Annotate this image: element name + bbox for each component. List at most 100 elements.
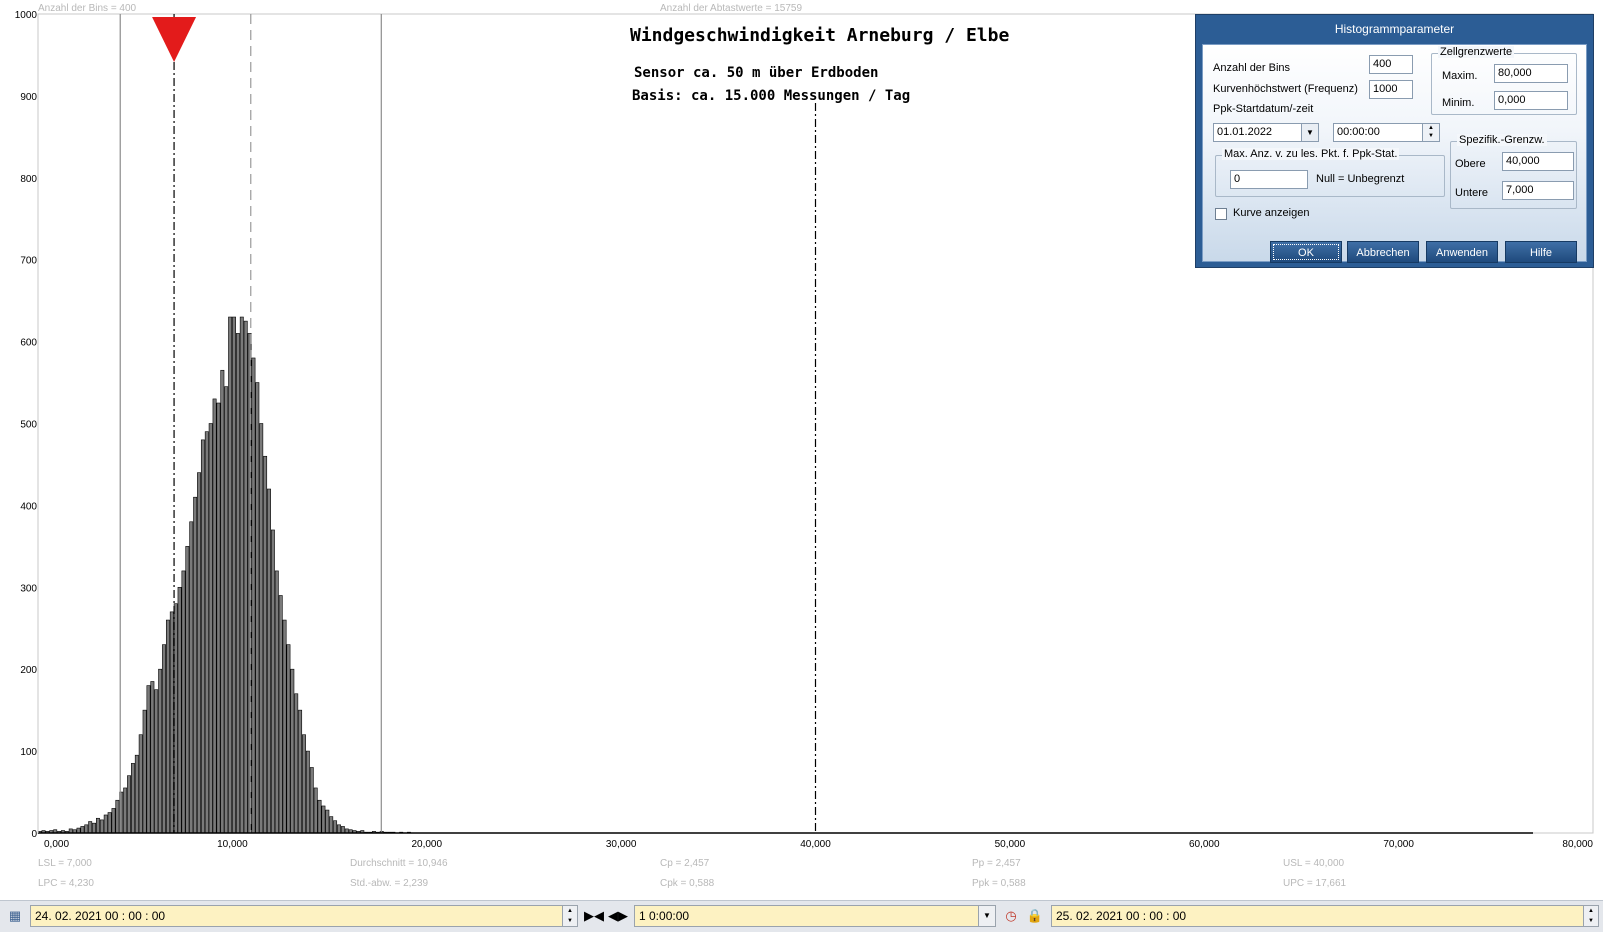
max-points-hint: Null = Unbegrenzt bbox=[1316, 173, 1405, 185]
histogram-bar bbox=[212, 398, 217, 834]
histogram-bar bbox=[337, 824, 341, 834]
y-tick-label: 900 bbox=[20, 92, 37, 103]
stat-label: Cp = 2,457 bbox=[660, 858, 710, 869]
histogram-bar bbox=[286, 644, 291, 834]
y-tick-label: 400 bbox=[20, 501, 37, 512]
curve-max-input[interactable]: 1000 bbox=[1369, 80, 1413, 99]
y-tick-label: 800 bbox=[20, 174, 37, 185]
histogram-bar bbox=[208, 423, 213, 834]
start-datetime-field[interactable]: 24. 02. 2021 00 : 00 : 00 ▲ ▼ bbox=[30, 905, 578, 927]
stat-label: LSL = 7,000 bbox=[38, 858, 92, 869]
cell-max-input[interactable]: 80,000 bbox=[1494, 64, 1568, 83]
histogram-bar bbox=[131, 763, 135, 834]
dialog-title: Histogrammparameter bbox=[1334, 22, 1455, 36]
histogram-bar bbox=[325, 809, 330, 834]
ppk-date-value: 01.01.2022 bbox=[1217, 126, 1273, 138]
stat-label: Cpk = 0,588 bbox=[660, 878, 715, 889]
chevron-down-icon[interactable]: ▼ bbox=[1301, 124, 1318, 141]
histogram-bar bbox=[298, 709, 303, 834]
chart-subtitle-basis: Basis: ca. 15.000 Messungen / Tag bbox=[632, 88, 910, 104]
ppk-time-value: 00:00:00 bbox=[1337, 126, 1380, 138]
y-tick-label: 700 bbox=[20, 256, 37, 267]
histogram-bar bbox=[235, 333, 240, 834]
y-tick-label: 600 bbox=[20, 338, 37, 349]
stat-label: USL = 40,000 bbox=[1283, 858, 1345, 869]
stat-label: Durchschnitt = 10,946 bbox=[350, 858, 448, 869]
stat-label: Pp = 2,457 bbox=[972, 858, 1021, 869]
histogram-bar bbox=[138, 734, 143, 834]
bins-input[interactable]: 400 bbox=[1369, 55, 1413, 74]
spec-upper-label: Obere bbox=[1455, 158, 1486, 170]
histogram-bar bbox=[177, 586, 182, 834]
histogram-bar bbox=[204, 431, 209, 834]
cell-limits-group: Zellgrenzwerte Maxim. 80,000 Minim. 0,00… bbox=[1431, 46, 1577, 115]
spec-lower-input[interactable]: 7,000 bbox=[1502, 181, 1574, 200]
histogram-bar bbox=[134, 754, 139, 834]
max-points-input[interactable]: 0 bbox=[1230, 170, 1308, 189]
bins-count-label: Anzahl der Bins = 400 bbox=[38, 3, 137, 14]
cancel-button[interactable]: Abbrechen bbox=[1347, 241, 1419, 263]
stat-label: Ppk = 0,588 bbox=[972, 878, 1026, 889]
spec-limits-group-title: Spezifik.-Grenzw. bbox=[1457, 134, 1547, 146]
cell-limits-group-title: Zellgrenzwerte bbox=[1438, 46, 1515, 58]
y-tick-label: 300 bbox=[20, 583, 37, 594]
stat-label: LPC = 4,230 bbox=[38, 878, 94, 889]
histogram-bar bbox=[189, 521, 194, 834]
histogram-bar bbox=[107, 812, 112, 834]
x-tick-label: 20,000 bbox=[411, 839, 442, 850]
histogram-bar bbox=[123, 787, 128, 834]
x-tick-label: 50,000 bbox=[995, 839, 1026, 850]
histogram-bar bbox=[88, 821, 93, 834]
histogram-bar bbox=[162, 644, 166, 834]
spec-limits-group: Spezifik.-Grenzw. Obere 40,000 Untere 7,… bbox=[1450, 134, 1577, 209]
cell-max-label: Maxim. bbox=[1442, 70, 1478, 82]
y-tick-label: 100 bbox=[20, 747, 37, 758]
expand-arrows-icon[interactable]: ◀▶ bbox=[607, 905, 629, 927]
chart-title: Windgeschwindigkeit Arneburg / Elbe bbox=[630, 25, 1009, 46]
cell-min-label: Minim. bbox=[1442, 97, 1475, 109]
histogram-bar bbox=[239, 316, 244, 834]
histogram-bar bbox=[111, 808, 116, 834]
y-tick-label: 200 bbox=[20, 665, 37, 676]
histogram-bar bbox=[305, 750, 310, 834]
help-button[interactable]: Hilfe bbox=[1505, 241, 1577, 263]
clock-icon[interactable]: ◷ bbox=[1000, 905, 1022, 927]
apply-button[interactable]: Anwenden bbox=[1426, 241, 1498, 263]
histogram-bar bbox=[200, 439, 205, 834]
interval-dropdown[interactable]: 1 0:00:00 ▼ bbox=[634, 905, 996, 927]
show-curve-checkbox[interactable] bbox=[1215, 208, 1227, 220]
x-tick-label: 10,000 bbox=[217, 839, 248, 850]
start-spinner-icon[interactable]: ▲ ▼ bbox=[562, 906, 577, 926]
show-curve-label: Kurve anzeigen bbox=[1233, 207, 1310, 219]
end-datetime-field[interactable]: 25. 02. 2021 00 : 00 : 00 ▲ ▼ bbox=[1051, 905, 1599, 927]
histogram-bar bbox=[80, 826, 85, 834]
cell-min-input[interactable]: 0,000 bbox=[1494, 91, 1568, 110]
interval-value: 1 0:00:00 bbox=[639, 909, 690, 923]
histogram-bar bbox=[185, 546, 190, 834]
ok-button[interactable]: OK bbox=[1270, 241, 1342, 263]
chevron-down-icon[interactable]: ▼ bbox=[978, 906, 995, 926]
chart-subtitle-sensor: Sensor ca. 50 m über Erdboden bbox=[634, 65, 878, 81]
ppk-date-dropdown[interactable]: 01.01.2022 ▼ bbox=[1213, 123, 1319, 142]
calendar-icon[interactable]: ▦ bbox=[5, 905, 25, 927]
bins-label: Anzahl der Bins bbox=[1213, 62, 1291, 74]
histogram-bar bbox=[197, 472, 201, 834]
x-tick-label: 0,000 bbox=[44, 839, 69, 850]
histogram-bar bbox=[267, 488, 271, 834]
y-tick-label: 0 bbox=[31, 829, 37, 840]
histogram-bar bbox=[96, 817, 100, 834]
stat-label: UPC = 17,661 bbox=[1283, 878, 1347, 889]
x-tick-label: 80,000 bbox=[1562, 839, 1593, 850]
histogram-bar bbox=[103, 814, 108, 834]
y-tick-label: 500 bbox=[20, 420, 37, 431]
histogram-bar bbox=[313, 787, 318, 834]
spec-upper-input[interactable]: 40,000 bbox=[1502, 152, 1574, 171]
ppk-time-spinner[interactable]: 00:00:00 ▲ ▼ bbox=[1333, 123, 1440, 142]
collapse-arrows-icon[interactable]: ▶◀ bbox=[583, 905, 605, 927]
spinner-arrows-icon[interactable]: ▲ ▼ bbox=[1422, 124, 1439, 141]
histogram-bar bbox=[92, 822, 97, 834]
lock-icon[interactable]: 🔒 bbox=[1024, 905, 1046, 927]
histogram-bar bbox=[146, 685, 151, 834]
end-spinner-icon[interactable]: ▲ ▼ bbox=[1583, 906, 1598, 926]
histogram-bar bbox=[302, 734, 306, 834]
